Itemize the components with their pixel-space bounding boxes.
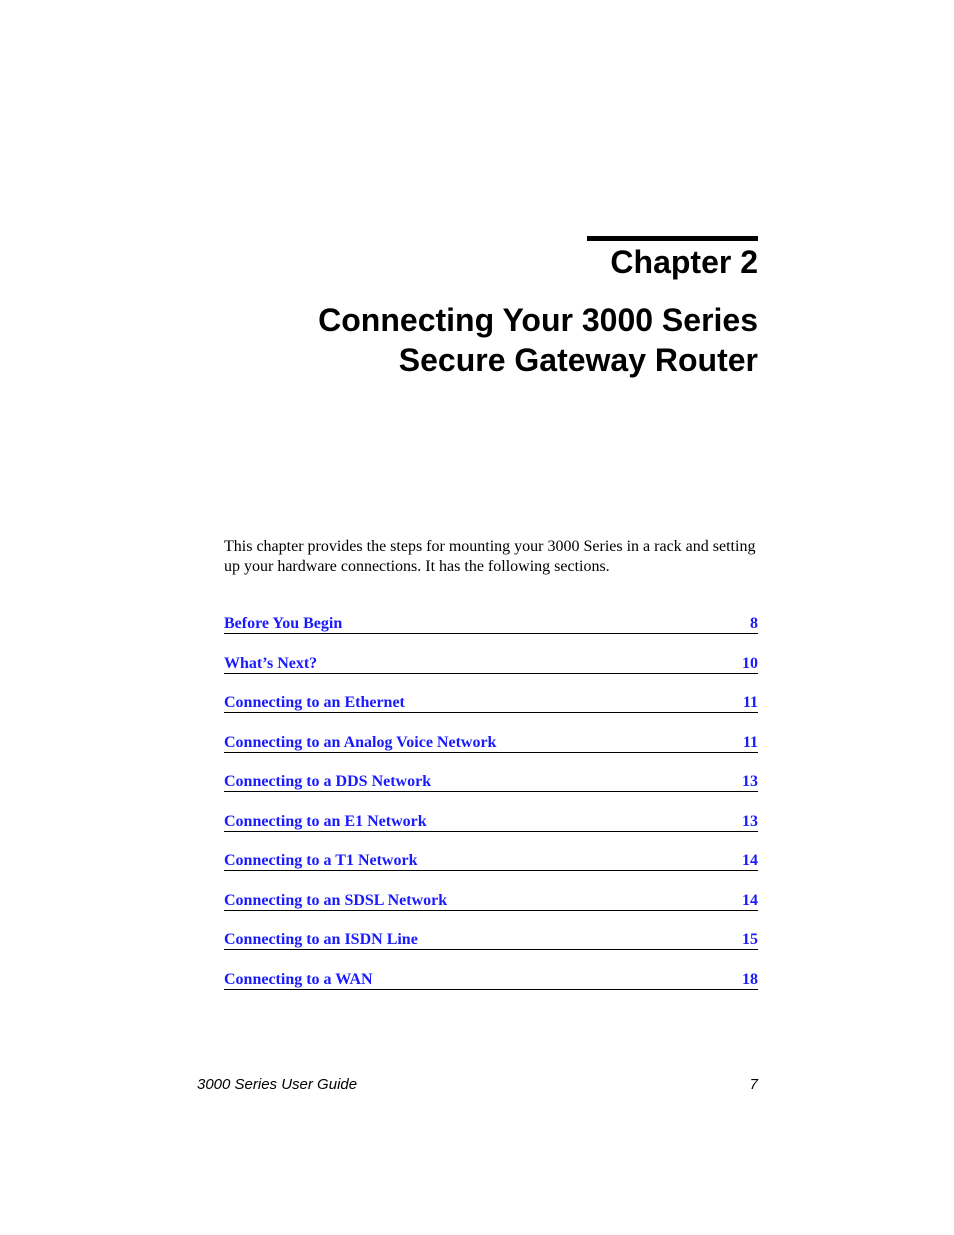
toc-entry-title: Connecting to an SDSL Network [224,891,448,909]
chapter-label: Chapter 2 [610,244,758,280]
toc-entry-title: Connecting to an ISDN Line [224,931,418,948]
toc-entry[interactable]: Connecting to a WAN 18 [224,968,758,990]
toc-entry-page: 14 [742,891,758,909]
toc-entry[interactable]: Connecting to an E1 Network 13 [224,810,758,832]
toc-entry-page: 11 [742,733,758,751]
chapter-title-line2: Secure Gateway Router [398,342,758,378]
toc-entry-page: 13 [742,812,758,830]
toc-entry-page: 14 [742,852,758,869]
toc-entry-page: 18 [742,970,758,988]
toc-entry-title: Connecting to a DDS Network [224,773,432,790]
intro-paragraph: This chapter provides the steps for moun… [224,538,756,575]
toc-entry[interactable]: Connecting to an SDSL Network 14 [224,889,758,911]
chapter-title: Connecting Your 3000 Series Secure Gatew… [318,300,758,380]
toc-entry-title: What’s Next? [224,654,318,672]
section-toc: Before You Begin 8 What’s Next? 10 Connect… [224,612,758,1007]
toc-entry[interactable]: Before You Begin 8 [224,612,758,634]
toc-entry[interactable]: Connecting to an ISDN Line 15 [224,928,758,950]
chapter-title-line1: Connecting Your 3000 Series [318,302,758,338]
footer-guide-name: 3000 Series User Guide [197,1076,358,1093]
footer-page-number: 7 [749,1076,758,1093]
toc-entry-title: Connecting to a T1 Network [224,852,418,869]
toc-entry[interactable]: Connecting to a T1 Network 14 [224,849,758,871]
toc-entry-page: 8 [750,615,758,632]
chapter-rule [587,236,758,241]
toc-entry-title: Before You Begin [224,615,343,632]
toc-entry-page: 10 [742,654,758,672]
toc-entry-page: 13 [742,773,758,790]
toc-entry-page: 11 [742,694,758,711]
toc-entry-page: 15 [742,931,758,948]
toc-entry[interactable]: Connecting to an Ethernet 11 [224,691,758,713]
toc-entry-title: Connecting to a WAN [224,970,373,988]
toc-entry[interactable]: What’s Next? 10 [224,652,758,674]
toc-entry[interactable]: Connecting to a DDS Network 13 [224,770,758,792]
toc-entry-title: Connecting to an Analog Voice Network [224,733,497,751]
toc-entry[interactable]: Connecting to an Analog Voice Network 11 [224,731,758,753]
toc-entry-title: Connecting to an E1 Network [224,812,427,830]
toc-entry-title: Connecting to an Ethernet [224,694,405,711]
